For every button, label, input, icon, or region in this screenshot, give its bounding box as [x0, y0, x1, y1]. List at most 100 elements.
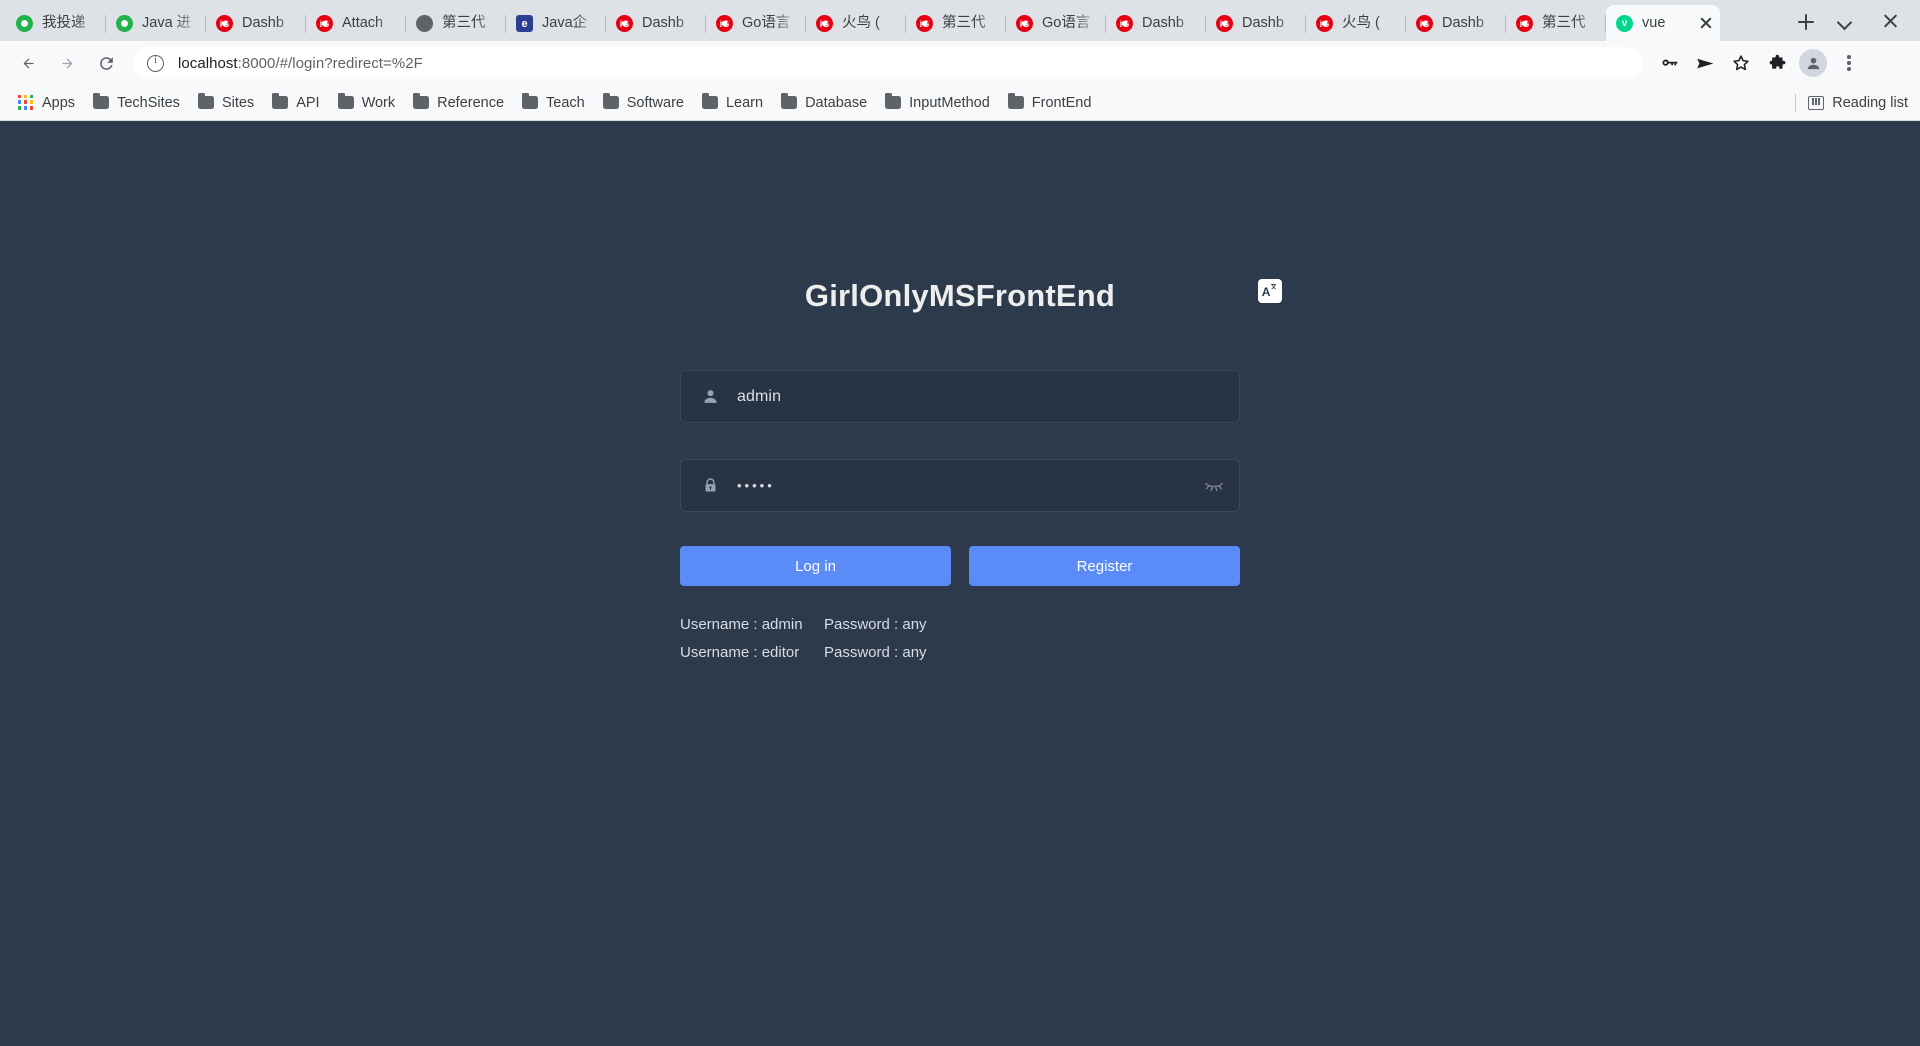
bookmark-item-api[interactable]: API — [264, 89, 327, 117]
browser-tab[interactable]: 我投递 — [6, 6, 106, 41]
username-field[interactable] — [680, 370, 1240, 423]
password-key-button[interactable] — [1651, 45, 1687, 81]
browser-tab[interactable]: iG Go语言 — [1006, 6, 1106, 41]
bookmark-label: Reference — [437, 94, 505, 111]
browser-tab[interactable]: e Java企 — [506, 6, 606, 41]
globe-icon — [416, 15, 433, 32]
folder-icon — [1007, 93, 1024, 109]
ig-icon: iG — [1216, 15, 1233, 32]
browser-tab[interactable]: iG 第三代 — [1506, 6, 1606, 41]
bookmark-item-software[interactable]: Software — [595, 89, 692, 117]
browser-tab[interactable]: iG Attach — [306, 6, 406, 41]
folder-icon — [522, 93, 539, 109]
ig-icon: iG — [1316, 15, 1333, 32]
username-input[interactable] — [737, 387, 1227, 406]
page-title: GirlOnlyMSFrontEnd — [804, 278, 1116, 313]
ig-icon: iG — [316, 15, 333, 32]
browser-tab[interactable]: iG 第三代 — [906, 6, 1006, 41]
extensions-button[interactable] — [1759, 45, 1795, 81]
translate-icon: A — [1262, 283, 1277, 299]
login-title-row: GirlOnlyMSFrontEnd A — [680, 278, 1282, 314]
bookmark-item-reference[interactable]: Reference — [405, 89, 512, 117]
bookmark-item-work[interactable]: Work — [330, 89, 404, 117]
browser-tab[interactable]: iG Dashb — [206, 6, 306, 41]
bookmark-label: Apps — [42, 94, 76, 111]
browser-tab[interactable]: iG Dashb — [606, 6, 706, 41]
ig-icon: iG — [616, 15, 633, 32]
divider — [1795, 93, 1797, 112]
bookmark-list: Apps TechSites Sites API Work Reference Teach S… — [10, 89, 1101, 117]
person-glyph — [703, 390, 717, 403]
browser-tab[interactable]: iG Go语言 — [706, 6, 806, 41]
bookmark-label: TechSites — [117, 94, 180, 111]
browser-tab[interactable]: Java 进 — [106, 6, 206, 41]
password-value: ••••• — [737, 478, 775, 493]
address-bar[interactable]: localhost:8000/#/login?redirect=%2F — [133, 47, 1643, 79]
bookmark-item-database[interactable]: Database — [773, 89, 875, 117]
bookmark-label: Learn — [725, 94, 764, 111]
bookmark-label: InputMethod — [909, 94, 990, 111]
back-button[interactable] — [10, 45, 46, 81]
bookmark-label: Sites — [221, 94, 255, 111]
folder-icon — [885, 93, 902, 109]
reload-button[interactable] — [88, 45, 124, 81]
window-minimize-button[interactable] — [1824, 3, 1868, 39]
bookmark-label: API — [296, 94, 320, 111]
bookmark-item-apps[interactable]: Apps — [10, 89, 83, 117]
reading-list-button[interactable]: Reading list — [1795, 93, 1908, 112]
browser-tab[interactable]: iG 火鸟 ( — [806, 6, 906, 41]
bookmark-item-techsites[interactable]: TechSites — [85, 89, 188, 117]
send-button[interactable] — [1687, 45, 1723, 81]
browser-tab[interactable]: iG Dashb — [1206, 6, 1306, 41]
browser-tab[interactable]: 第三代 — [406, 6, 506, 41]
forward-button[interactable] — [49, 45, 85, 81]
bookmark-item-sites[interactable]: Sites — [190, 89, 262, 117]
bookmark-item-teach[interactable]: Teach — [514, 89, 593, 117]
ig-icon: iG — [1116, 15, 1133, 32]
credential-hint-row: Username : admin Password : any — [680, 616, 1240, 633]
tab-title: 火鸟 ( — [842, 15, 880, 31]
window-controls — [1824, 0, 1920, 41]
bookmark-item-inputmethod[interactable]: InputMethod — [877, 89, 998, 117]
browser-tab-active[interactable]: v vue — [1606, 5, 1720, 41]
bookmark-item-frontend[interactable]: FrontEnd — [1000, 89, 1100, 117]
toolbar-icons — [1651, 45, 1867, 81]
bookmark-star-button[interactable] — [1723, 45, 1759, 81]
folder-icon — [602, 93, 619, 109]
bookmark-label: Work — [361, 94, 396, 111]
folder-icon — [781, 93, 798, 109]
ig-icon: iG — [216, 15, 233, 32]
ig-icon: iG — [1416, 15, 1433, 32]
forward-arrow-icon — [62, 58, 73, 69]
tab-close-button[interactable] — [1698, 15, 1714, 31]
tab-title: Go语言 — [742, 15, 791, 31]
browser-tab[interactable]: iG Dashb — [1406, 6, 1506, 41]
password-field[interactable]: ••••• — [680, 459, 1240, 512]
lock-glyph — [705, 478, 715, 492]
profile-avatar-icon — [1799, 49, 1827, 77]
site-info-icon[interactable] — [147, 54, 164, 72]
login-button[interactable]: Log in — [680, 546, 951, 586]
browser-tab[interactable]: iG Dashb — [1106, 6, 1206, 41]
tab-title: Attach — [342, 15, 384, 31]
register-button[interactable]: Register — [969, 546, 1240, 586]
send-icon — [1696, 58, 1713, 68]
window-close-button[interactable] — [1868, 3, 1912, 39]
chrome-icon — [16, 15, 33, 32]
eye-closed-icon — [1205, 482, 1223, 491]
hint-password: Password : any — [824, 616, 927, 633]
hint-username: Username : editor — [680, 644, 800, 661]
language-switch-button[interactable]: A — [1258, 279, 1282, 303]
tab-title: Dashb — [642, 15, 684, 31]
browser-tab[interactable]: iG 火鸟 ( — [1306, 6, 1406, 41]
ig-icon: iG — [1516, 15, 1533, 32]
puzzle-icon — [1769, 54, 1785, 69]
tab-strip: 我投递 Java 进 iG Dashb iG Attach 第三代 e Java企 iG Dashb… — [0, 0, 1920, 41]
folder-icon — [272, 93, 289, 109]
new-tab-button[interactable] — [1788, 4, 1824, 40]
toggle-password-visibility-button[interactable] — [1203, 478, 1227, 494]
chrome-menu-button[interactable] — [1831, 45, 1867, 81]
profile-button[interactable] — [1795, 45, 1831, 81]
bookmark-item-learn[interactable]: Learn — [694, 89, 771, 117]
user-icon — [699, 388, 721, 405]
